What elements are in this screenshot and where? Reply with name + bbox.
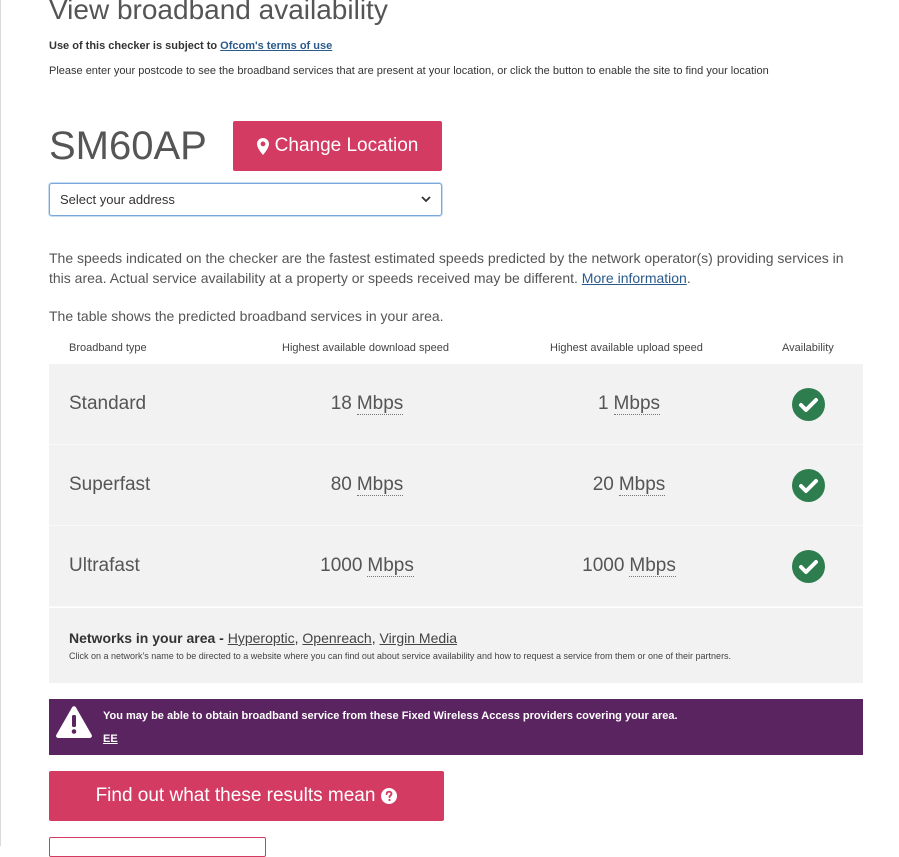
networks-panel: Networks in your area - Hyperoptic, Open… [49,608,863,683]
upload-value: 1 [597,393,609,414]
header-broadband-type: Broadband type [69,342,147,354]
check-circle-icon [791,549,825,583]
terms-of-use-link[interactable]: Ofcom's terms of use [220,40,332,52]
warning-icon [56,706,92,738]
address-select-value: Select your address [60,192,175,207]
question-circle-icon [381,788,398,804]
table-row: Ultrafast 1000 Mbps 1000 Mbps [49,526,863,607]
row-upload: 1000 Mbps [529,526,729,606]
fwa-provider-link-ee[interactable]: EE [103,733,118,745]
header-upload-speed: Highest available upload speed [550,342,703,354]
networks-line: Networks in your area - Hyperoptic, Open… [69,630,457,646]
row-type: Ultrafast [69,555,140,576]
row-download: 80 Mbps [267,445,467,525]
intro-text: Please enter your postcode to see the br… [49,65,769,77]
row-availability [791,445,825,525]
postcode-display: SM60AP [49,124,207,168]
networks-note: Click on a network's name to be directed… [69,651,732,661]
secondary-button[interactable] [49,837,266,857]
speed-unit: Mbps [367,554,414,577]
network-link-hyperoptic[interactable]: Hyperoptic [228,630,295,646]
more-information-link[interactable]: More information [582,270,687,286]
speed-unit: Mbps [618,473,666,496]
terms-notice: Use of this checker is subject to Ofcom'… [49,40,332,52]
network-link-openreach[interactable]: Openreach [302,630,371,646]
speed-unit: Mbps [629,554,676,577]
row-type: Standard [69,393,147,414]
terms-prefix: Use of this checker is subject to [49,40,221,52]
row-download: 18 Mbps [267,364,467,444]
change-location-button[interactable]: Change Location [233,121,442,171]
networks-label: Networks in your area - [69,630,228,646]
row-upload: 20 Mbps [529,445,729,525]
row-availability [791,364,825,444]
row-type: Superfast [69,474,151,495]
results-meaning-button[interactable]: Find out what these results mean [49,771,444,821]
network-link-virgin-media[interactable]: Virgin Media [379,630,457,646]
download-value: 1000 [320,555,363,576]
map-marker-icon [256,137,269,155]
table-header: Broadband type Highest available downloa… [49,342,863,358]
chevron-down-icon [421,196,431,203]
address-select[interactable]: Select your address [49,183,442,216]
table-intro: The table shows the predicted broadband … [49,308,444,324]
row-upload: 1 Mbps [529,364,729,444]
upload-value: 20 [592,474,614,495]
speed-unit: Mbps [356,392,404,415]
speed-unit: Mbps [356,473,404,496]
table-row: Standard 18 Mbps 1 Mbps [49,364,863,445]
check-circle-icon [791,387,825,421]
row-availability [791,526,825,606]
check-circle-icon [791,468,825,502]
download-value: 80 [330,474,352,495]
speeds-disclaimer-text: The speeds indicated on the checker are … [49,250,844,286]
header-download-speed: Highest available download speed [282,342,449,354]
results-meaning-label: Find out what these results mean [95,785,376,806]
page-title: View broadband availability [49,0,388,25]
row-download: 1000 Mbps [267,526,467,606]
upload-value: 1000 [582,555,625,576]
header-availability: Availability [782,342,834,354]
speeds-disclaimer-end: . [686,270,691,286]
speed-unit: Mbps [613,392,661,415]
speeds-disclaimer: The speeds indicated on the checker are … [49,248,859,288]
fixed-wireless-banner: You may be able to obtain broadband serv… [49,699,863,755]
change-location-label: Change Location [274,135,419,156]
left-border [0,0,1,846]
download-value: 18 [330,393,352,414]
table-row: Superfast 80 Mbps 20 Mbps [49,445,863,526]
fixed-wireless-message: You may be able to obtain broadband serv… [103,710,678,722]
